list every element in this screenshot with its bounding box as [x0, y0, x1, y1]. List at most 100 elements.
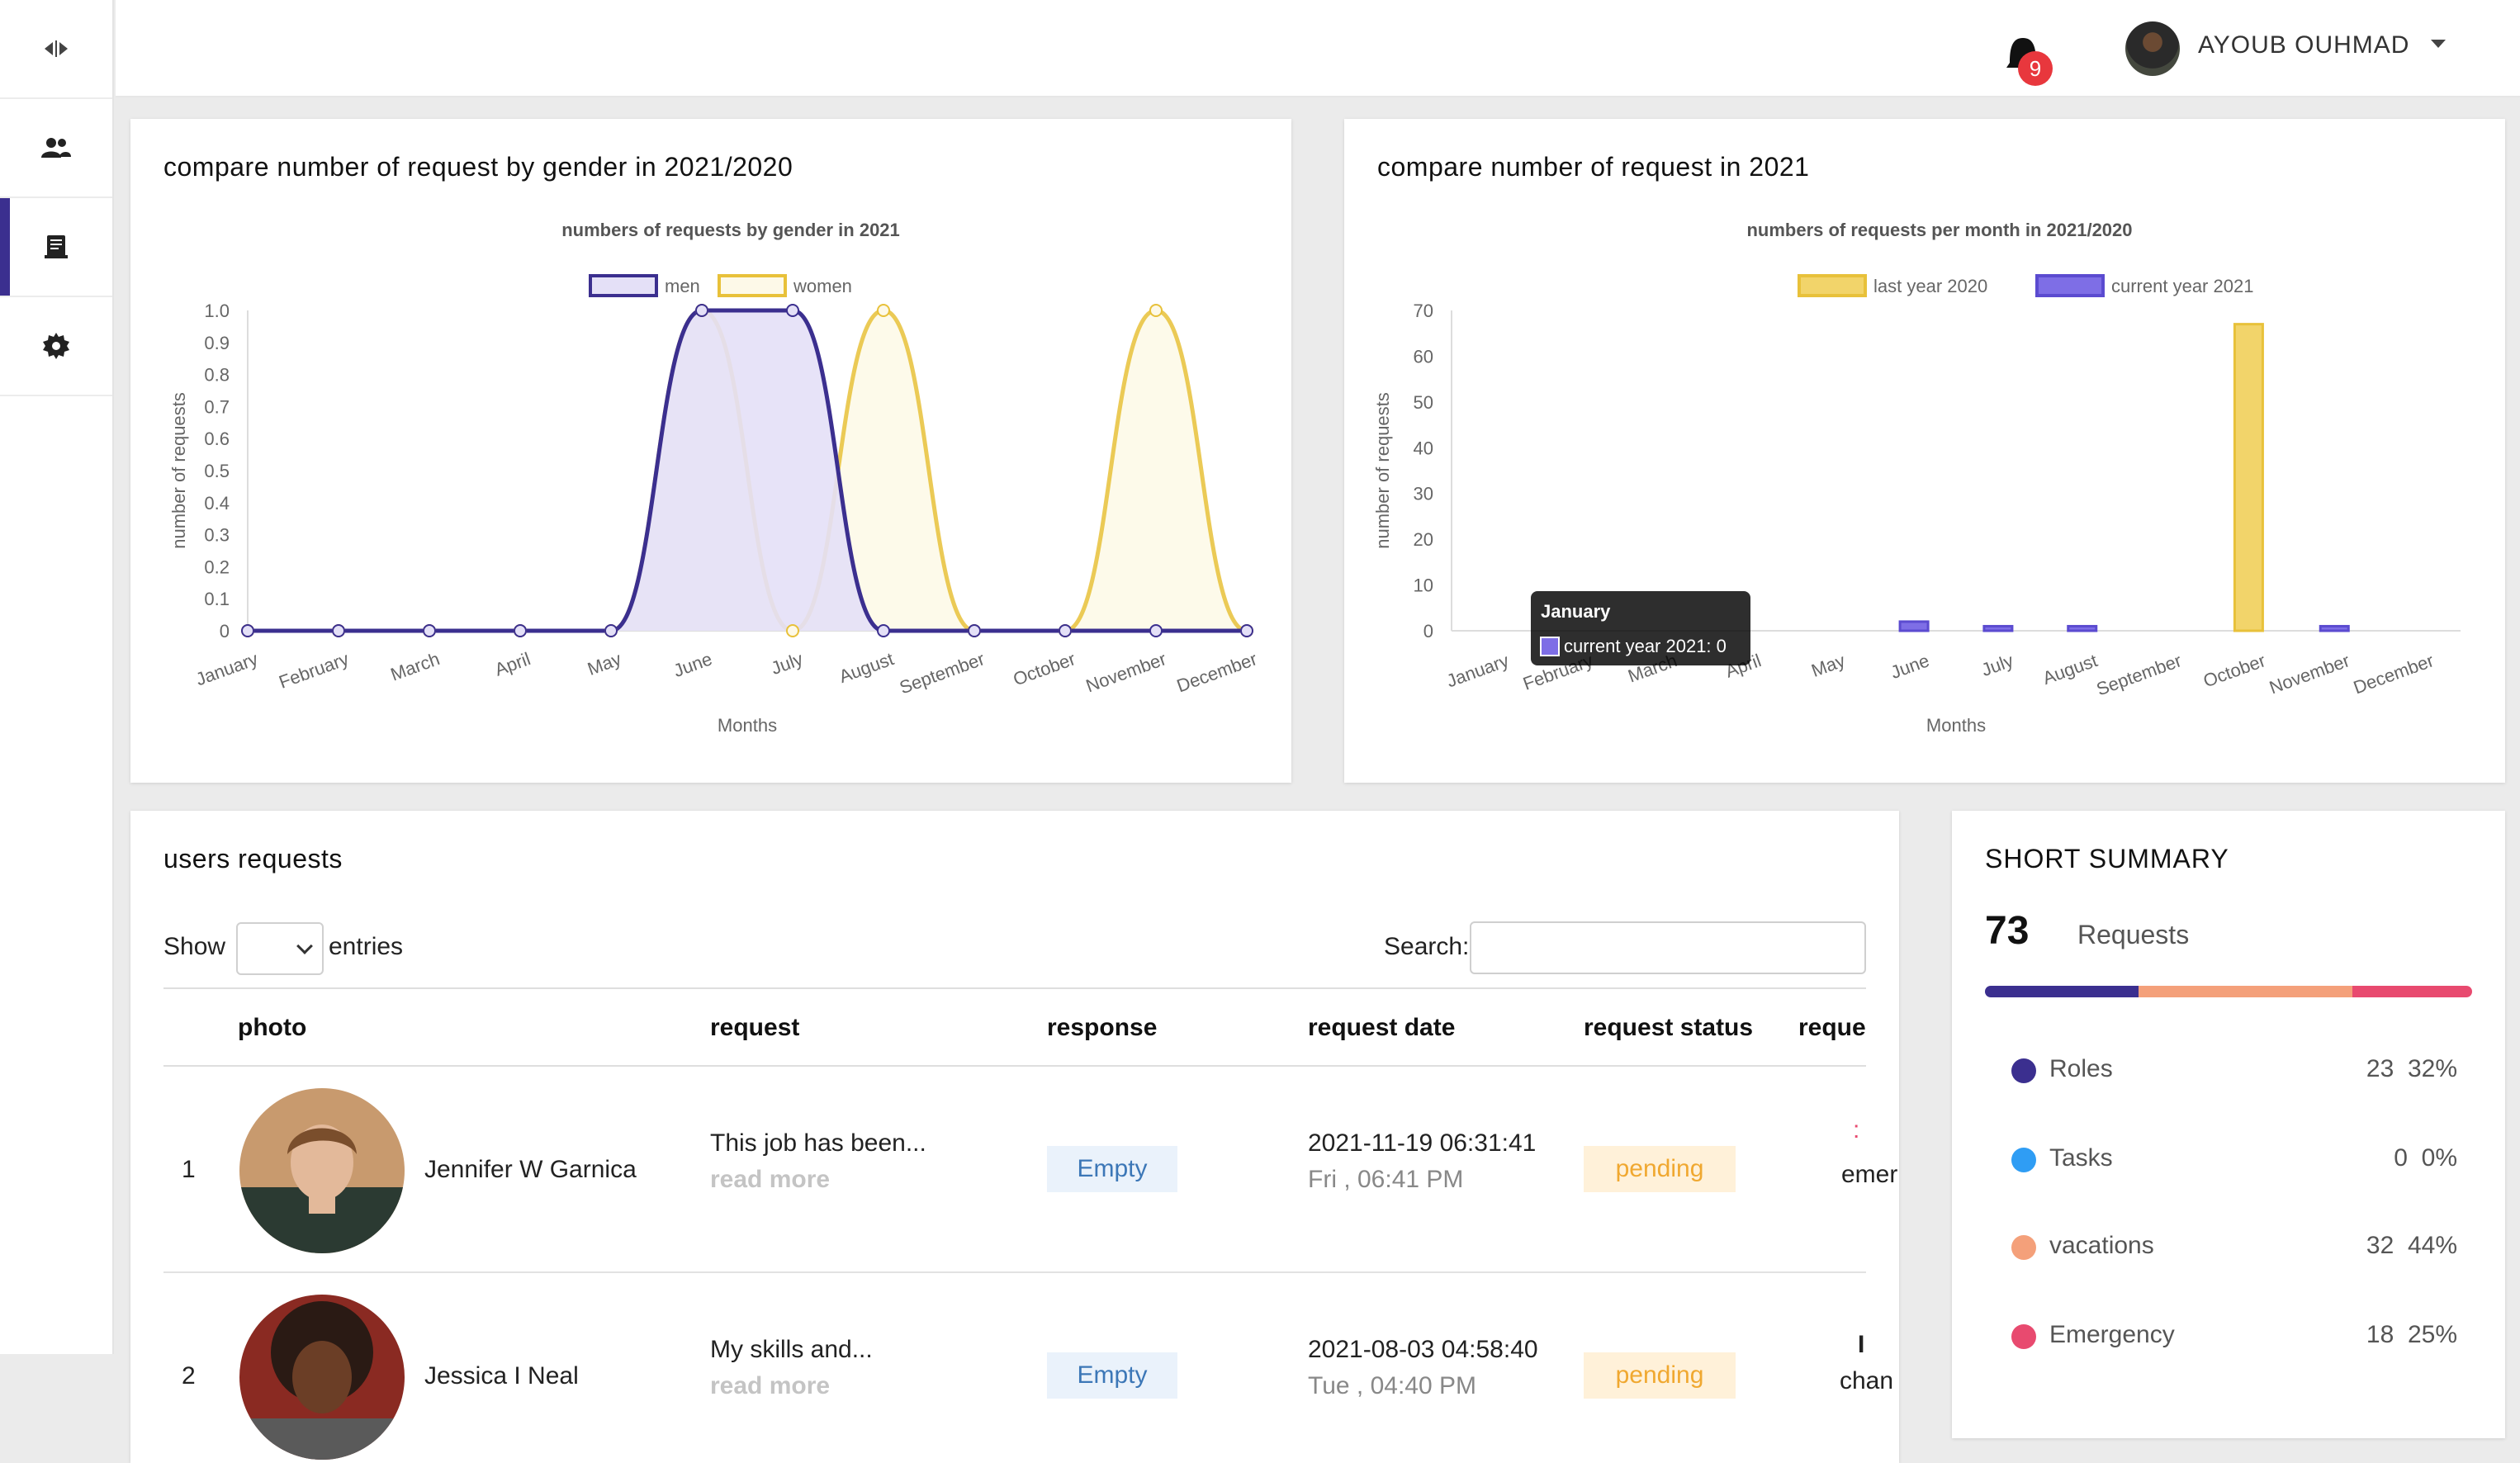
gender-chart-card: compare number of request by gender in 2… [130, 119, 1291, 783]
user-photo [239, 1295, 405, 1460]
request-date-sub: Fri , 06:41 PM [1308, 1166, 1464, 1193]
summary-item-values: 18 25% [2366, 1321, 2457, 1348]
legend-swatch [2035, 274, 2105, 297]
men-point [604, 624, 618, 637]
y-tick-label: 0.2 [204, 556, 230, 577]
current-year-2021-bar [1898, 620, 1930, 632]
y-axis-label: number of requests [168, 392, 189, 549]
men-point [332, 624, 345, 637]
vacations-dot-icon [2011, 1235, 2036, 1260]
summary-item-vacations: vacations 32 44% [2011, 1227, 2457, 1268]
emergency-dot-icon [2011, 1324, 2036, 1349]
x-tick-label: September [897, 648, 988, 698]
summary-bar-segment [2352, 986, 2472, 997]
user-name: Jessica I Neal [424, 1362, 579, 1390]
user-menu-caret-icon[interactable] [2431, 40, 2446, 48]
x-tick-label: July [1978, 650, 2016, 680]
column-header-request-date[interactable]: request date [1308, 1014, 1455, 1042]
y-tick-label: 0.5 [204, 461, 230, 481]
card-title: users requests [163, 844, 343, 874]
table-row[interactable]: 1 Jennifer W Garnica This job has been..… [163, 1067, 1897, 1273]
men-point [786, 304, 799, 317]
x-tick-label: January [193, 648, 261, 689]
y-tick-label: 0.7 [204, 396, 230, 417]
request-text: This job has been... [710, 1129, 926, 1157]
summary-item-emergency: Emergency 18 25% [2011, 1316, 2457, 1357]
x-tick-label: July [768, 648, 805, 679]
tasks-dot-icon [2011, 1148, 2036, 1172]
short-summary-card: SHORT SUMMARY 73 Requests Roles 23 32% T… [1952, 811, 2505, 1438]
request-date: 2021-11-19 06:31:41 [1308, 1129, 1537, 1157]
sidebar-item-requests[interactable] [0, 198, 112, 297]
last-year-2020-bar [2233, 323, 2264, 632]
y-tick-label: 0.6 [204, 428, 230, 449]
table-row[interactable]: 2 Jessica I Neal My skills and... read m… [163, 1273, 1893, 1463]
request-date-sub: Tue , 04:40 PM [1308, 1372, 1476, 1399]
x-tick-label: February [276, 648, 351, 693]
y-tick-label: 0.1 [204, 589, 230, 609]
notification-badge: 9 [2018, 51, 2053, 86]
y-tick-label: 60 [1414, 346, 1433, 367]
tooltip-title: January [1541, 601, 1611, 622]
x-axis-label: Months [1926, 715, 1986, 736]
x-tick-label: May [585, 648, 624, 679]
x-tick-label: June [670, 648, 714, 681]
column-header-response[interactable]: response [1047, 1014, 1157, 1042]
x-tick-label: August [836, 648, 897, 687]
chart-title: numbers of requests by gender in 2021 [561, 220, 900, 240]
y-tick-label: 0.4 [204, 493, 230, 514]
x-tick-label: December [2351, 650, 2437, 698]
column-header-photo[interactable]: photo [238, 1014, 306, 1042]
sidebar-toggle-icon [45, 40, 68, 57]
men-point [1240, 624, 1253, 637]
status-badge: pending [1584, 1146, 1736, 1192]
row-index: 1 [182, 1156, 196, 1183]
sidebar-item-users[interactable] [0, 99, 112, 198]
women-point [877, 304, 890, 317]
summary-progress-bar [1985, 986, 2472, 997]
tooltip-text: current year 2021: 0 [1564, 636, 1727, 656]
column-header-request[interactable]: request [710, 1014, 799, 1042]
sidebar-toggle[interactable] [0, 0, 112, 99]
x-tick-label: November [2267, 650, 2352, 698]
gear-icon [43, 333, 69, 359]
summary-item-name: vacations [2049, 1232, 2154, 1259]
y-tick-label: 0.3 [204, 525, 230, 546]
read-more-link[interactable]: read more [710, 1166, 830, 1194]
current-year-2021-bar [2067, 624, 2098, 632]
men-point [423, 624, 436, 637]
column-header-request-status[interactable]: request status [1584, 1014, 1753, 1042]
y-axis-label: number of requests [1372, 392, 1393, 549]
request-type-marker: I [1858, 1331, 1865, 1358]
tooltip-swatch [1540, 637, 1560, 656]
x-tick-label: December [1174, 648, 1260, 696]
y-tick-label: 50 [1414, 392, 1433, 413]
summary-item-values: 23 32% [2366, 1055, 2457, 1082]
y-tick-label: 1.0 [204, 301, 230, 321]
user-avatar[interactable] [2125, 21, 2180, 76]
summary-item-name: Tasks [2049, 1144, 2113, 1172]
read-more-link[interactable]: read more [710, 1372, 830, 1400]
column-header-request-type[interactable]: reque [1798, 1014, 1866, 1042]
request-type: chan [1840, 1367, 1894, 1394]
show-label: Show [163, 933, 226, 960]
entries-select[interactable] [236, 922, 324, 975]
search-input[interactable] [1470, 921, 1866, 974]
user-name[interactable]: AYOUB OUHMAD [2198, 31, 2409, 59]
y-tick-label: 0.9 [204, 333, 230, 353]
y-tick-label: 30 [1414, 484, 1433, 504]
chevron-down-icon [296, 938, 313, 954]
entries-label: entries [329, 933, 404, 960]
women-point [1149, 304, 1163, 317]
chart-title: numbers of requests per month in 2021/20… [1746, 220, 2132, 240]
request-text: My skills and... [710, 1336, 873, 1363]
legend-swatch [589, 274, 658, 297]
men-point [1059, 624, 1072, 637]
summary-bar-segment [2138, 986, 2352, 997]
summary-item-values: 32 44% [2366, 1232, 2457, 1259]
user-photo [239, 1088, 405, 1253]
sidebar-item-settings[interactable] [0, 297, 112, 396]
legend-label: men [665, 276, 700, 296]
y-tick-label: 0 [1423, 621, 1433, 642]
requests-icon [45, 235, 68, 258]
